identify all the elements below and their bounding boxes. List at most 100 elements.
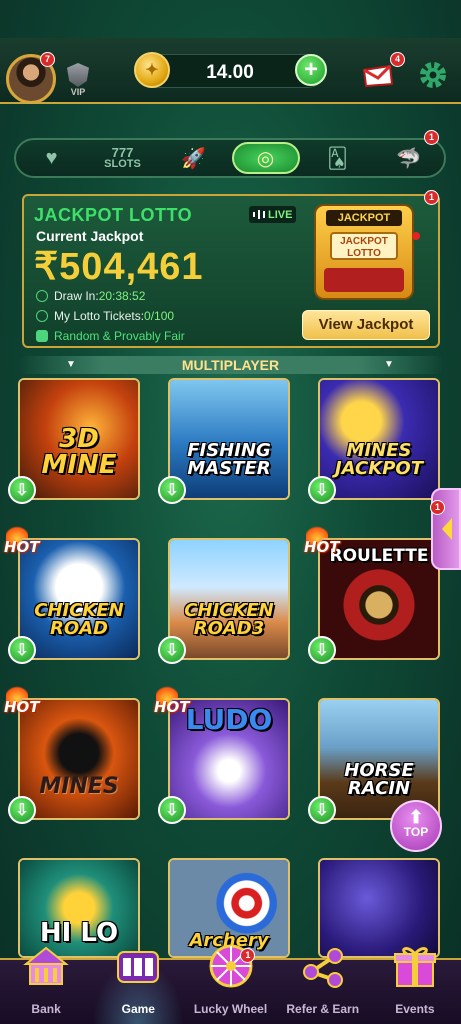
download-icon[interactable]: ⇩ [8,476,36,504]
add-funds-button[interactable]: + [295,54,327,86]
download-icon[interactable]: ⇩ [308,796,336,824]
clock-icon [36,290,48,302]
game-card-mines-jackpot[interactable]: MINES JACKPOT [318,378,440,500]
machine-screen: JACKPOT LOTTO [330,232,398,260]
jackpot-lotto-card[interactable]: JACKPOT LOTTO LIVE Current Jackpot ₹504,… [22,194,440,348]
nav-label: Lucky Wheel [193,1002,268,1016]
game-card-roulette[interactable]: ROULETTE [318,538,440,660]
nav-label: Refer & Earn [286,1002,360,1016]
vip-label: VIP [70,87,86,97]
game-card-fishing-master[interactable]: FISHING MASTER [168,378,290,500]
fair-label: Random & Provably Fair [54,329,185,343]
fair-row: Random & Provably Fair [36,329,185,343]
nav-item-lucky-wheel[interactable]: 1 Lucky Wheel [184,944,276,1024]
download-icon[interactable]: ⇩ [158,636,186,664]
game-title: FISHING MASTER [187,440,271,479]
tab-cards[interactable]: 🂡 [305,142,371,174]
download-icon[interactable]: ⇩ [158,476,186,504]
bank-icon [23,946,69,985]
game-title: MINES [39,774,119,799]
game-art [20,700,138,818]
nav-item-events[interactable]: Events [369,947,461,1024]
tab-lotto[interactable]: ◎ [231,142,300,174]
bottom-nav: Bank Game 1 Lucky Wheel Refer & Earn Eve… [0,944,461,1024]
vip-badge[interactable]: VIP [62,62,94,98]
view-jackpot-button[interactable]: View Jackpot [302,310,430,340]
slots-label: SLOTS [104,158,141,170]
gift-icon [393,947,436,987]
game-art [170,540,288,658]
tab-slots[interactable]: 777 SLOTS [90,142,156,174]
hot-badge: HOT [4,524,40,556]
hot-badge: HOT [4,684,40,716]
draw-time: 20:38:52 [98,289,146,303]
avatar-notification-badge: 7 [40,52,55,67]
balance-amount: 14.00 [206,62,254,83]
machine-screen-line-1: JACKPOT [340,236,388,247]
game-art [20,540,138,658]
game-title: HORSE RACIN [344,760,414,799]
nav-item-refer-earn[interactable]: Refer & Earn [277,948,369,1024]
hot-badge: HOT [154,684,190,716]
cards-icon: 🂡 [327,147,348,170]
slot-machine-icon [117,951,160,983]
draw-label: Draw In: [54,289,99,303]
jackpot-notification-badge: 1 [424,190,439,205]
mail-icon[interactable] [360,62,394,88]
shield-check-icon [36,330,48,342]
scroll-to-top-button[interactable]: ⬆ TOP [390,800,442,852]
machine-top-label: JACKPOT [326,210,402,226]
game-card-chicken-road-3[interactable]: CHICKEN ROAD3 [168,538,290,660]
tickets-value: 0/100 [144,309,175,323]
top-bar: 7 VIP ✦ 14.00 + 4 [0,38,461,104]
game-title: CHICKEN ROAD3 [184,600,274,639]
live-label: LIVE [268,208,293,221]
mail-notification-badge: 4 [390,52,405,67]
nav-item-bank[interactable]: Bank [0,946,92,1024]
tabs-notification-badge: 1 [424,130,439,145]
heart-icon: ♥ [45,146,58,169]
gear-icon[interactable] [418,60,448,90]
hot-badge: HOT [304,524,340,556]
game-title: 3D MINE [41,424,117,480]
tab-fishing[interactable]: 🦈 [376,142,442,174]
download-icon[interactable]: ⇩ [8,636,36,664]
download-icon[interactable]: ⇩ [158,796,186,824]
vip-shield-icon [67,63,89,87]
game-card-ludo[interactable]: LUDO [168,698,290,820]
machine-screen-line-2: LOTTO [347,248,381,259]
shark-icon: 🦈 [396,147,421,170]
game-card-mines[interactable]: MINES [18,698,140,820]
rocket-icon: 🚀 [181,147,206,170]
lotto-icon: ◎ [256,147,275,170]
tab-favorites[interactable]: ♥ [19,142,85,174]
arrow-up-icon: ⬆ [408,807,424,827]
tab-crash[interactable]: 🚀 [161,142,227,174]
top-label: TOP [403,825,429,839]
category-tabs: ♥ 777 SLOTS 🚀 ◎ 🂡 🦈 [14,138,446,178]
side-tab-notification-badge: 1 [430,500,445,515]
nav-label: Events [395,1002,435,1016]
game-card-3d-mine[interactable]: 3D MINE [18,378,140,500]
game-card-chicken-road[interactable]: CHICKEN ROAD [18,538,140,660]
current-jackpot-label: Current Jackpot [36,228,144,244]
tickets-row: My Lotto Tickets: 0/100 [36,309,174,323]
download-icon[interactable]: ⇩ [308,636,336,664]
download-icon[interactable]: ⇩ [308,476,336,504]
ticket-icon [36,310,48,322]
download-icon[interactable]: ⇩ [8,796,36,824]
lever-icon [412,232,420,240]
triangle-down-icon: ▼ [384,359,394,370]
machine-base [324,268,404,292]
nav-label: Bank [31,1002,61,1016]
game-art [320,380,438,498]
game-title: MINES JACKPOT [334,440,423,479]
jackpot-title: JACKPOT LOTTO [34,205,193,225]
jackpot-machine-illustration: JACKPOT JACKPOT LOTTO [314,204,420,300]
game-art [170,380,288,498]
coin-icon: ✦ [134,52,170,88]
jackpot-amount: ₹504,461 [34,246,204,288]
draw-time-row: Draw In: 20:38:52 [36,289,145,303]
live-badge: LIVE [249,206,297,223]
nav-item-game[interactable]: Game [92,951,185,1024]
